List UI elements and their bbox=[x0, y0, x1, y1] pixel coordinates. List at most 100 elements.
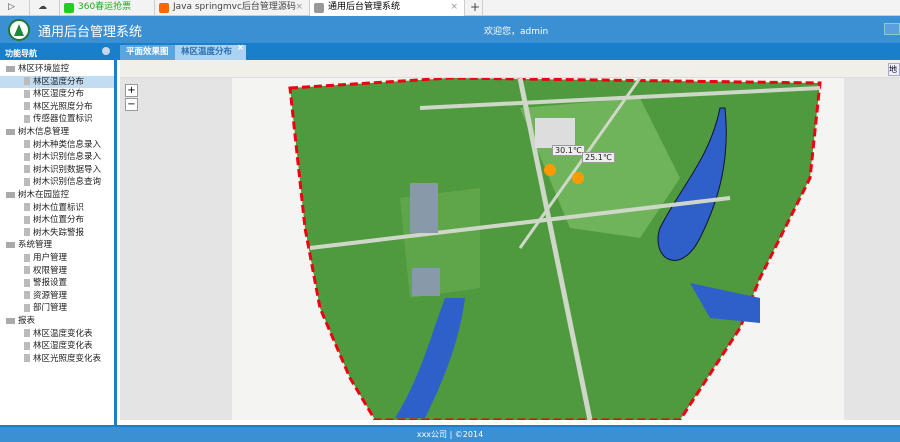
tree-item[interactable]: 警报设置 bbox=[0, 277, 114, 289]
item-label: 树木识别信息录入 bbox=[33, 152, 102, 163]
tree-folder[interactable]: 树木在园监控 bbox=[6, 189, 69, 201]
tree-item[interactable]: 树木识别数据导入 bbox=[0, 164, 114, 176]
tree-folder[interactable]: 树木信息管理 bbox=[6, 126, 69, 138]
phone-icon bbox=[64, 3, 74, 13]
document-icon bbox=[24, 215, 30, 224]
document-icon bbox=[24, 89, 30, 98]
document-icon bbox=[24, 291, 30, 300]
item-label: 部门管理 bbox=[33, 303, 68, 314]
sidebar-toggle-icon[interactable]: ▷ bbox=[0, 0, 30, 16]
tab-label: 林区温度分布 bbox=[181, 47, 233, 57]
sidebar-title: 功能导航 bbox=[5, 49, 37, 58]
tab-label: 360春运抢票 bbox=[78, 2, 132, 12]
tree-folder[interactable]: 报表 bbox=[6, 315, 35, 327]
tree-item[interactable]: 树木识别信息录入 bbox=[0, 151, 114, 163]
close-icon[interactable]: × bbox=[450, 0, 458, 15]
close-icon[interactable]: × bbox=[237, 41, 244, 56]
tree-folder[interactable]: 系统管理 bbox=[6, 239, 52, 251]
map-view[interactable]: + − 30.1℃ 25.1℃ bbox=[120, 78, 900, 420]
collapse-icon[interactable] bbox=[102, 47, 110, 55]
item-label: 林区光照度变化表 bbox=[33, 353, 102, 364]
document-icon bbox=[24, 341, 30, 350]
tree-item[interactable]: 部门管理 bbox=[0, 302, 114, 314]
sensor-temp-label[interactable]: 30.1℃ bbox=[552, 145, 585, 156]
user-icon[interactable] bbox=[884, 23, 900, 35]
map-button[interactable]: 地 bbox=[888, 63, 900, 76]
document-icon bbox=[24, 303, 30, 312]
item-label: 树木位置分布 bbox=[33, 215, 85, 226]
tree-item[interactable]: 传感器位置标识 bbox=[0, 113, 114, 125]
document-icon bbox=[24, 77, 30, 86]
item-label: 用户管理 bbox=[33, 253, 68, 263]
document-icon bbox=[24, 266, 30, 275]
sensor-temp-label[interactable]: 25.1℃ bbox=[582, 152, 615, 163]
folder-icon bbox=[6, 65, 15, 72]
item-label: 树木识别信息查询 bbox=[33, 177, 102, 188]
folder-label: 树木信息管理 bbox=[18, 127, 70, 137]
item-label: 林区湿度分布 bbox=[33, 89, 85, 100]
item-label: 警报设置 bbox=[33, 278, 68, 289]
tree-folder[interactable]: 林区环境监控 bbox=[6, 63, 69, 75]
site-icon bbox=[159, 3, 169, 13]
welcome-text: 欢迎您，admin bbox=[484, 27, 549, 37]
footer: xxx公司 | ©2014 bbox=[0, 425, 900, 442]
document-icon bbox=[24, 354, 30, 363]
item-label: 资源管理 bbox=[33, 290, 68, 301]
folder-icon bbox=[6, 241, 15, 248]
logo-icon bbox=[8, 19, 30, 41]
tree-item[interactable]: 树木位置标识 bbox=[0, 202, 114, 214]
tree-item[interactable]: 林区光照度变化表 bbox=[0, 353, 114, 365]
tree-item[interactable]: 树木识别信息查询 bbox=[0, 176, 114, 188]
tab-plan-view[interactable]: 平面效果图 bbox=[120, 45, 175, 60]
document-icon bbox=[24, 165, 30, 174]
tab-label: Java springmvc后台管理源码 bbox=[173, 2, 296, 12]
tree-item[interactable]: 林区光照度分布 bbox=[0, 101, 114, 113]
tree-item[interactable]: 用户管理 bbox=[0, 252, 114, 264]
document-icon bbox=[24, 228, 30, 237]
chart-icon bbox=[314, 3, 324, 13]
tree-item[interactable]: 林区湿度变化表 bbox=[0, 340, 114, 352]
zoom-in-button[interactable]: + bbox=[125, 84, 138, 97]
browser-tab-360[interactable]: 360春运抢票 bbox=[60, 0, 155, 16]
item-label: 林区光照度分布 bbox=[33, 101, 93, 112]
close-icon[interactable]: × bbox=[295, 0, 303, 15]
item-label: 树木失踪警报 bbox=[33, 227, 85, 238]
tree-item[interactable]: 林区温度变化表 bbox=[0, 328, 114, 340]
tab-label: 通用后台管理系统 bbox=[328, 2, 401, 12]
folder-label: 报表 bbox=[18, 316, 36, 326]
thermometer-icon bbox=[544, 164, 556, 176]
tree-item[interactable]: 林区温度分布 bbox=[0, 75, 114, 88]
tree-item[interactable]: 林区湿度分布 bbox=[0, 88, 114, 100]
park-map bbox=[232, 78, 844, 420]
item-label: 权限管理 bbox=[33, 265, 68, 276]
folder-label: 林区环境监控 bbox=[18, 64, 70, 74]
tree-item[interactable]: 树木失踪警报 bbox=[0, 227, 114, 239]
toolbar: 地 bbox=[120, 60, 900, 78]
document-icon bbox=[24, 140, 30, 149]
tree-item[interactable]: 树木种类信息录入 bbox=[0, 139, 114, 151]
tree-item[interactable]: 权限管理 bbox=[0, 265, 114, 277]
folder-label: 树木在园监控 bbox=[18, 190, 70, 200]
folder-icon bbox=[6, 191, 15, 198]
thermometer-icon bbox=[572, 172, 584, 184]
document-icon bbox=[24, 102, 30, 111]
tree-item[interactable]: 资源管理 bbox=[0, 290, 114, 302]
item-label: 树木识别数据导入 bbox=[33, 164, 102, 175]
new-tab-button[interactable]: + bbox=[465, 0, 483, 16]
zoom-out-button[interactable]: − bbox=[125, 98, 138, 111]
document-icon bbox=[24, 177, 30, 186]
item-label: 传感器位置标识 bbox=[33, 114, 93, 125]
document-icon bbox=[24, 114, 30, 123]
browser-tab-active[interactable]: 通用后台管理系统 × bbox=[310, 0, 465, 16]
cloud-icon[interactable]: ☁ bbox=[30, 0, 60, 16]
document-icon bbox=[24, 152, 30, 161]
sidebar-tree: 林区环境监控 林区温度分布 林区湿度分布 林区光照度分布 传感器位置标识 树木信息管理 树木… bbox=[0, 60, 117, 425]
tree-item[interactable]: 树木位置分布 bbox=[0, 214, 114, 226]
item-label: 树木位置标识 bbox=[33, 202, 85, 213]
tab-temperature[interactable]: 林区温度分布 × bbox=[175, 43, 247, 60]
document-icon bbox=[24, 253, 30, 262]
document-icon bbox=[24, 203, 30, 212]
browser-tab-java[interactable]: Java springmvc后台管理源码 × bbox=[155, 0, 310, 16]
browser-tab-bar: ▷ ☁ 360春运抢票 Java springmvc后台管理源码 × 通用后台管理… bbox=[0, 0, 900, 16]
app-header: 通用后台管理系统 欢迎您，admin bbox=[0, 16, 900, 43]
